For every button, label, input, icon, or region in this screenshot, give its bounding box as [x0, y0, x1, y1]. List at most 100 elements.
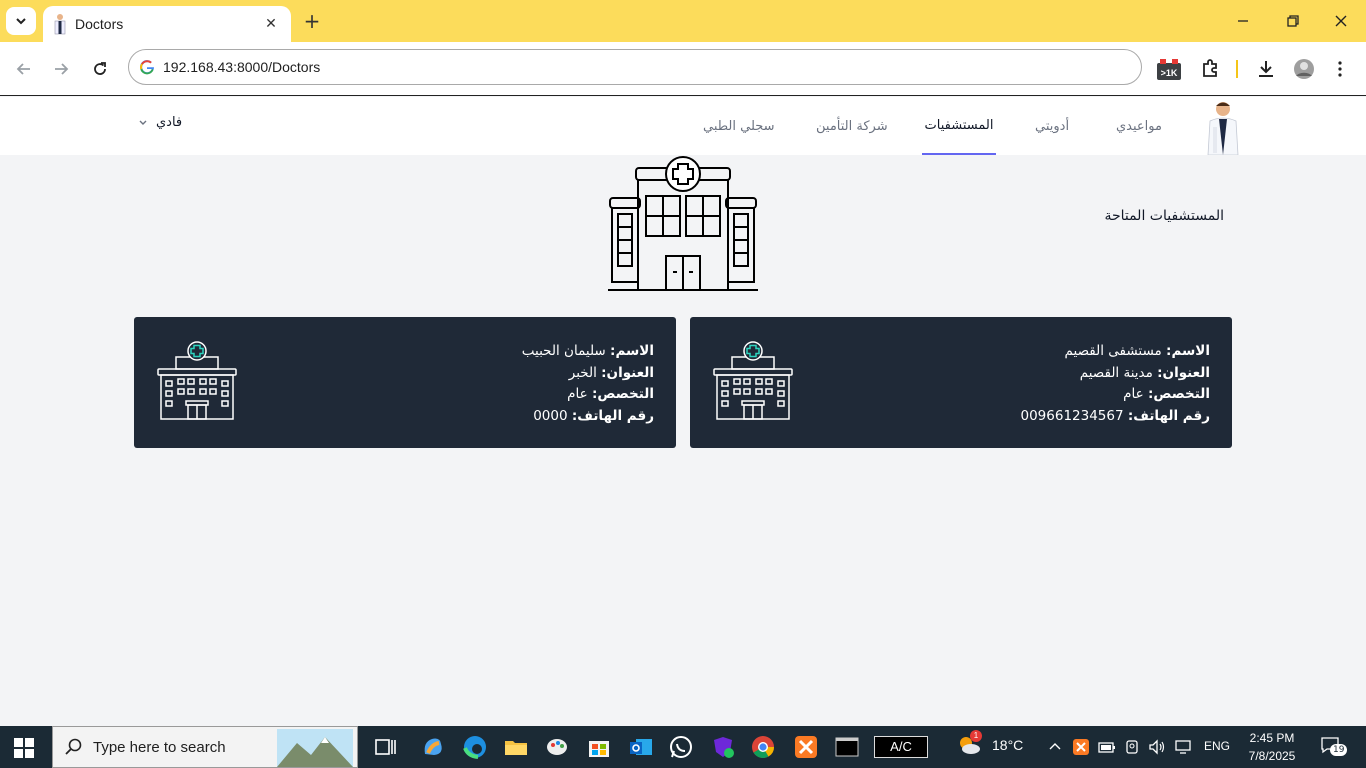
notification-count: 19 — [1330, 744, 1348, 756]
outlook-icon[interactable] — [628, 734, 654, 760]
restore-icon — [1287, 15, 1299, 27]
hospital-address: الخبر — [568, 364, 597, 381]
microsoft-store-icon[interactable] — [586, 734, 612, 760]
name-label: الاسم: — [610, 343, 654, 359]
vpn-shield-icon[interactable] — [710, 734, 736, 760]
windows-taskbar: Type here to search A/C 1 18°C ENG 2:45 … — [0, 726, 1366, 768]
extension-badge-text: >1K — [1161, 68, 1178, 78]
phone-label: رقم الهاتف: — [1127, 407, 1210, 424]
weather-widget[interactable]: 1 18°C — [956, 730, 1024, 756]
nav-link-medications[interactable]: أدويتي — [1035, 97, 1069, 155]
close-icon — [1335, 15, 1347, 27]
hospital-address: مدينة القصيم — [1079, 364, 1153, 381]
url-text: 192.168.43:8000/Doctors — [163, 59, 321, 75]
address-label: العنوان: — [601, 364, 654, 381]
download-icon — [1259, 61, 1273, 77]
address-label: العنوان: — [1157, 364, 1210, 381]
notification-center-button[interactable]: 19 — [1320, 736, 1348, 760]
doctor-favicon-icon — [54, 14, 66, 35]
section-title: المستشفيات المتاحة — [1104, 208, 1224, 224]
doctor-logo-icon[interactable] — [1198, 99, 1248, 155]
language-indicator[interactable]: ENG — [1204, 739, 1230, 753]
system-clock[interactable]: 2:45 PM 7/8/2025 — [1240, 729, 1304, 765]
google-icon — [140, 60, 154, 75]
nav-link-hospitals[interactable]: المستشفيات — [922, 97, 996, 155]
browser-menu-button[interactable] — [1326, 55, 1354, 83]
xampp-icon[interactable] — [793, 734, 819, 760]
weather-icon: 1 — [956, 730, 982, 756]
browser-tab-bar: Doctors ✕ + — [0, 0, 1366, 42]
hospital-building-icon — [713, 341, 793, 420]
arrow-right-icon — [55, 63, 69, 75]
weather-temperature: 18°C — [992, 737, 1024, 753]
file-explorer-icon[interactable] — [503, 734, 529, 760]
hospital-name: سليمان الحبيب — [521, 343, 606, 359]
taskbar-search-input[interactable]: Type here to search — [52, 726, 358, 768]
more-vertical-icon — [1338, 61, 1342, 77]
hospital-phone: 0000 — [533, 407, 568, 424]
hospital-name: مستشفى القصيم — [1064, 343, 1162, 359]
new-tab-button[interactable]: + — [300, 9, 324, 33]
minimize-icon — [1238, 20, 1248, 22]
speaker-icon[interactable] — [1148, 738, 1166, 756]
nav-link-appointments[interactable]: مواعيدي — [1116, 97, 1162, 155]
windows-start-icon[interactable] — [14, 738, 34, 758]
network-icon[interactable] — [1174, 738, 1192, 756]
close-window-button[interactable] — [1318, 6, 1364, 36]
reload-button[interactable] — [87, 56, 113, 82]
back-button[interactable] — [11, 56, 37, 82]
specialty-label: التخصص: — [591, 386, 654, 402]
tab-search-button[interactable] — [6, 7, 36, 35]
weather-badge: 1 — [970, 730, 982, 742]
search-icon — [65, 738, 82, 755]
hospital-card[interactable]: الاسم: مستشفى القصيم العنوان: مدينة القص… — [690, 317, 1232, 448]
terminal-icon[interactable] — [834, 734, 860, 760]
puzzle-icon — [1203, 59, 1217, 77]
app-navbar: مواعيدي أدويتي المستشفيات شركة التأمين س… — [0, 97, 1366, 155]
hospital-card-info: الاسم: سليمان الحبيب العنوان: الخبر التخ… — [522, 341, 654, 427]
hospital-building-icon — [157, 341, 237, 420]
gift-badge-icon: >1K — [1157, 59, 1181, 80]
address-bar[interactable]: 192.168.43:8000/Doctors — [128, 49, 1142, 85]
nav-link-insurance[interactable]: شركة التأمين — [816, 97, 888, 155]
hospital-phone: 009661234567 — [1020, 407, 1124, 424]
user-name: فادي — [156, 115, 183, 130]
hospital-card-info: الاسم: مستشفى القصيم العنوان: مدينة القص… — [1021, 341, 1211, 427]
copilot-icon[interactable] — [420, 734, 446, 760]
extensions-button[interactable] — [1196, 55, 1224, 83]
extension-1k-button[interactable]: >1K — [1155, 55, 1183, 83]
search-highlight-image — [277, 729, 353, 767]
user-menu[interactable]: فادي — [138, 115, 182, 130]
forward-button[interactable] — [48, 56, 74, 82]
chevron-down-icon — [16, 18, 26, 25]
battery-icon[interactable] — [1098, 738, 1116, 756]
tab-title: Doctors — [75, 16, 124, 32]
xampp-tray-icon[interactable] — [1072, 738, 1090, 756]
task-view-icon[interactable] — [372, 734, 398, 760]
close-tab-icon[interactable]: ✕ — [261, 16, 281, 32]
ac-indicator[interactable]: A/C — [874, 736, 928, 758]
whatsapp-icon[interactable] — [668, 734, 694, 760]
clock-time: 2:45 PM — [1249, 731, 1295, 745]
specialty-label: التخصص: — [1147, 386, 1210, 402]
restore-button[interactable] — [1270, 6, 1316, 36]
camera-icon[interactable] — [1124, 738, 1142, 756]
nav-link-medical-record[interactable]: سجلي الطبي — [703, 97, 775, 155]
toolbar-divider — [1236, 60, 1238, 78]
name-label: الاسم: — [1166, 343, 1210, 359]
hospital-building-icon — [608, 156, 758, 291]
chevron-up-icon[interactable] — [1046, 738, 1064, 756]
profile-avatar[interactable] — [1290, 55, 1318, 83]
chrome-icon[interactable] — [750, 734, 776, 760]
avatar-icon — [1294, 59, 1314, 79]
edge-icon[interactable] — [462, 734, 488, 760]
hospital-specialty: عام — [1123, 386, 1144, 402]
hospital-card[interactable]: الاسم: سليمان الحبيب العنوان: الخبر التخ… — [134, 317, 676, 448]
paint-icon[interactable] — [545, 734, 571, 760]
minimize-button[interactable] — [1220, 6, 1266, 36]
arrow-left-icon — [16, 63, 30, 75]
downloads-button[interactable] — [1252, 55, 1280, 83]
hospital-specialty: عام — [567, 386, 588, 402]
browser-tab[interactable]: Doctors ✕ — [43, 6, 291, 42]
search-placeholder: Type here to search — [93, 738, 226, 756]
